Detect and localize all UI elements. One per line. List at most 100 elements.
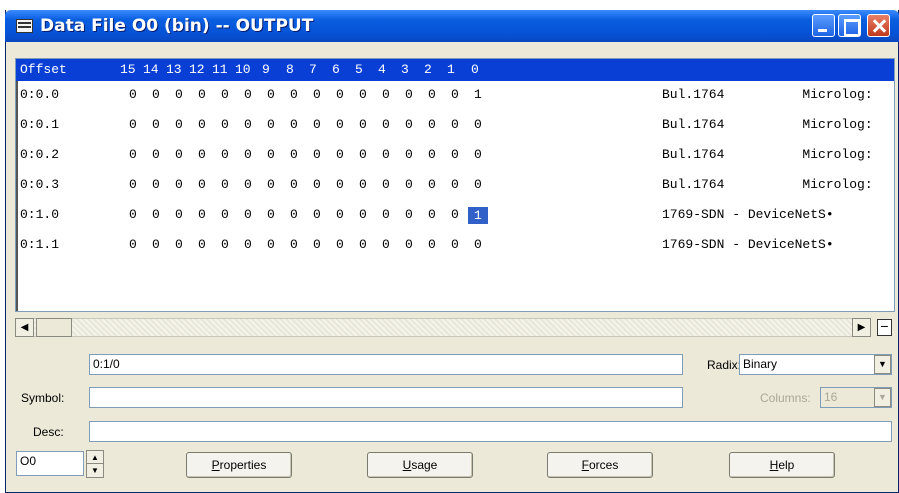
bit-cell[interactable]: 0 <box>359 177 367 192</box>
bit-cell[interactable]: 0 <box>359 87 367 102</box>
bit-cell[interactable]: 0 <box>129 207 137 222</box>
bit-cell[interactable]: 0 <box>152 87 160 102</box>
bit-cell[interactable]: 0 <box>221 87 229 102</box>
bit-cell[interactable]: 0 <box>175 147 183 162</box>
properties-button[interactable]: Properties <box>186 452 292 478</box>
bit-cell[interactable]: 0 <box>267 87 275 102</box>
bit-cell[interactable]: 0 <box>221 117 229 132</box>
bit-cell[interactable]: 0 <box>313 177 321 192</box>
bit-cell[interactable]: 0 <box>451 207 459 222</box>
bit-cell[interactable]: 0 <box>382 87 390 102</box>
bit-cell[interactable]: 0 <box>474 117 482 132</box>
bit-cell[interactable]: 0 <box>428 87 436 102</box>
desc-field[interactable] <box>89 421 892 442</box>
bit-cell[interactable]: 0 <box>129 177 137 192</box>
bit-cell[interactable]: 0 <box>313 117 321 132</box>
bit-cell[interactable]: 0 <box>405 117 413 132</box>
collapse-icon[interactable]: − <box>877 319 892 336</box>
minimize-button[interactable] <box>812 14 835 37</box>
bit-cell[interactable]: 0 <box>336 207 344 222</box>
bit-cell[interactable]: 0 <box>382 237 390 252</box>
bit-cell[interactable]: 0 <box>451 237 459 252</box>
bit-cell[interactable]: 0 <box>198 207 206 222</box>
bit-cell[interactable]: 0 <box>336 87 344 102</box>
bit-cell[interactable]: 1 <box>474 87 482 102</box>
bit-cell[interactable]: 0 <box>451 177 459 192</box>
bit-cell[interactable]: 0 <box>359 117 367 132</box>
bit-cell[interactable]: 0 <box>244 147 252 162</box>
bit-cell[interactable]: 0 <box>290 207 298 222</box>
file-number-field[interactable]: O0 <box>16 451 84 476</box>
bit-cell[interactable]: 0 <box>244 177 252 192</box>
bit-cell[interactable]: 0 <box>451 117 459 132</box>
bit-cell[interactable]: 0 <box>382 207 390 222</box>
horizontal-scrollbar[interactable] <box>15 318 871 337</box>
file-number-spinner[interactable]: ▲ ▼ <box>86 450 104 478</box>
bit-cell[interactable]: 0 <box>359 237 367 252</box>
spin-up-icon[interactable]: ▲ <box>87 451 103 464</box>
bit-cell[interactable]: 0 <box>175 237 183 252</box>
bit-cell[interactable]: 0 <box>290 87 298 102</box>
bit-cell[interactable]: 0 <box>198 237 206 252</box>
bit-cell[interactable]: 0 <box>221 207 229 222</box>
bit-cell[interactable]: 0 <box>290 237 298 252</box>
scrollbar-thumb[interactable] <box>36 318 72 337</box>
close-button[interactable] <box>867 14 890 37</box>
address-field[interactable]: 0:1/0 <box>89 354 683 375</box>
bit-cell[interactable]: 0 <box>152 237 160 252</box>
bit-cell[interactable]: 0 <box>221 177 229 192</box>
table-row[interactable]: 0:0.1 0 0 0 0 0 0 0 0 0 0 0 0 0 0 0 0 Bu… <box>16 111 894 141</box>
forces-button[interactable]: Forces <box>547 452 653 478</box>
bit-cell[interactable]: 0 <box>405 207 413 222</box>
bit-cell[interactable]: 0 <box>336 237 344 252</box>
bit-cell[interactable]: 0 <box>175 177 183 192</box>
bit-cell[interactable]: 0 <box>175 207 183 222</box>
bit-cell[interactable]: 0 <box>198 177 206 192</box>
bit-cell[interactable]: 0 <box>244 87 252 102</box>
spin-down-icon[interactable]: ▼ <box>87 464 103 477</box>
bit-cell[interactable]: 0 <box>244 237 252 252</box>
bit-cell[interactable]: 0 <box>152 147 160 162</box>
usage-button[interactable]: Usage <box>367 452 473 478</box>
bit-cell[interactable]: 0 <box>405 237 413 252</box>
bit-cell[interactable]: 0 <box>267 117 275 132</box>
bit-cell[interactable]: 0 <box>382 177 390 192</box>
table-row[interactable]: 0:1.1 0 0 0 0 0 0 0 0 0 0 0 0 0 0 0 0 17… <box>16 231 894 261</box>
table-row[interactable]: 0:1.0 0 0 0 0 0 0 0 0 0 0 0 0 0 0 0 1 17… <box>16 201 894 231</box>
table-row[interactable]: 0:0.3 0 0 0 0 0 0 0 0 0 0 0 0 0 0 0 0 Bu… <box>16 171 894 201</box>
scroll-right-icon[interactable]: ▶ <box>852 318 871 337</box>
bit-cell[interactable]: 0 <box>428 147 436 162</box>
bit-cell[interactable]: 0 <box>290 117 298 132</box>
bit-cell[interactable]: 0 <box>267 177 275 192</box>
bit-cell[interactable]: 0 <box>474 147 482 162</box>
bit-cell[interactable]: 0 <box>129 237 137 252</box>
bit-cell[interactable]: 0 <box>313 237 321 252</box>
bit-cell[interactable]: 0 <box>313 87 321 102</box>
bit-cell[interactable]: 0 <box>474 177 482 192</box>
bit-cell[interactable]: 0 <box>152 207 160 222</box>
bit-cell[interactable]: 0 <box>428 177 436 192</box>
bit-cell[interactable]: 0 <box>198 147 206 162</box>
bit-cell[interactable]: 0 <box>152 117 160 132</box>
bit-cell[interactable]: 0 <box>428 207 436 222</box>
bit-cell[interactable]: 0 <box>129 117 137 132</box>
data-table[interactable]: Offset 15 14 13 12 11 10 9 8 7 6 5 4 3 2… <box>15 58 895 312</box>
radix-select[interactable]: Binary <box>739 354 892 375</box>
bit-cell[interactable]: 0 <box>129 87 137 102</box>
symbol-field[interactable] <box>89 387 683 408</box>
scroll-left-icon[interactable]: ◀ <box>15 318 34 337</box>
bit-cell[interactable]: 0 <box>451 87 459 102</box>
bit-cell[interactable]: 0 <box>313 207 321 222</box>
bit-cell[interactable]: 0 <box>244 207 252 222</box>
bit-cell[interactable]: 0 <box>129 147 137 162</box>
bit-cell[interactable]: 0 <box>221 237 229 252</box>
bit-cell[interactable]: 0 <box>313 147 321 162</box>
bit-cell[interactable]: 0 <box>267 147 275 162</box>
bit-cell[interactable]: 0 <box>428 237 436 252</box>
bit-cell[interactable]: 0 <box>336 177 344 192</box>
chevron-down-icon[interactable]: ▼ <box>874 355 891 374</box>
table-row[interactable]: 0:0.2 0 0 0 0 0 0 0 0 0 0 0 0 0 0 0 0 Bu… <box>16 141 894 171</box>
bit-cell[interactable]: 0 <box>244 117 252 132</box>
bit-cell[interactable]: 0 <box>359 207 367 222</box>
title-bar[interactable]: Data File O0 (bin) -- OUTPUT <box>5 10 899 42</box>
